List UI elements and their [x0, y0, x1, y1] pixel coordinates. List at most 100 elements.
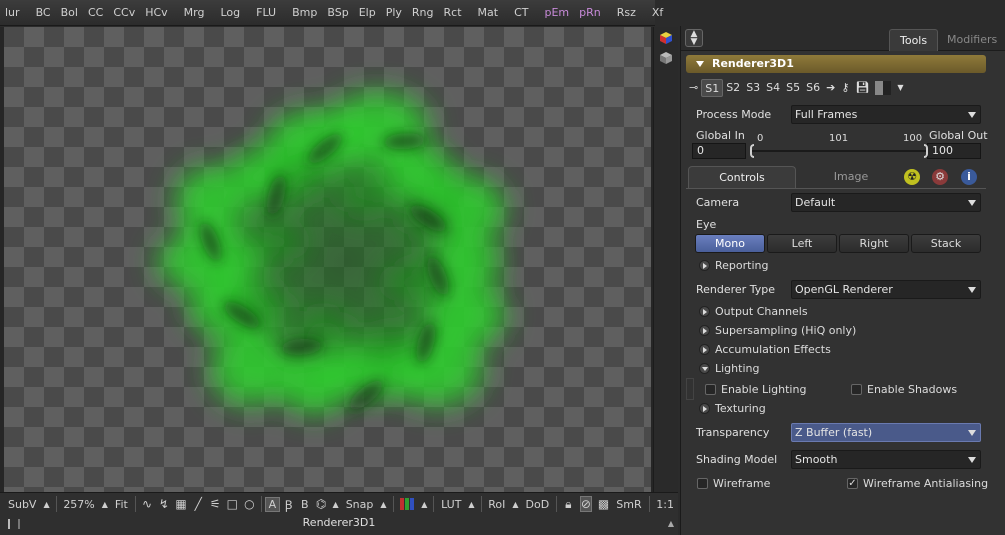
dod-button[interactable]: DoD: [522, 498, 554, 511]
tab-controls[interactable]: Controls: [688, 166, 796, 188]
lut-button[interactable]: LUT: [437, 498, 465, 511]
zoom-dropdown-icon[interactable]: ▲: [102, 496, 108, 512]
wireframe-checkbox[interactable]: Wireframe: [697, 476, 770, 492]
slot-s4[interactable]: S4: [763, 79, 783, 97]
viewer-expand-icon[interactable]: ▲: [668, 519, 674, 528]
expand-icon[interactable]: [699, 306, 710, 317]
toolbar-button-cc[interactable]: CC: [83, 2, 108, 24]
pin-panel-icon[interactable]: ▲ ▼: [685, 29, 703, 47]
transparency-dropdown[interactable]: Z Buffer (fast): [791, 423, 981, 442]
wireframe-antialiasing-checkbox[interactable]: ✓ Wireframe Antialiasing: [847, 476, 988, 492]
toolbar-button-bmp[interactable]: Bmp: [287, 2, 322, 24]
ellipse-tool-icon[interactable]: ○: [244, 496, 255, 512]
expand-icon[interactable]: [699, 344, 710, 355]
toolbar-button-mat[interactable]: Mat: [473, 2, 504, 24]
ab-split-icon[interactable]: Ꞵ: [283, 496, 294, 512]
range-start-handle[interactable]: [750, 144, 754, 158]
toolbar-button-ply[interactable]: Ply: [381, 2, 407, 24]
shading-model-dropdown[interactable]: Smooth: [791, 450, 981, 469]
slot-s2[interactable]: S2: [723, 79, 743, 97]
subview-button[interactable]: SubV: [0, 498, 40, 511]
brush-icon[interactable]: ╱: [193, 496, 204, 512]
toolbar-button-prn[interactable]: pRn: [574, 2, 606, 24]
fit-button[interactable]: Fit: [111, 498, 132, 511]
color-channels-icon[interactable]: [399, 496, 415, 512]
toolbar-button-rct[interactable]: Rct: [439, 2, 467, 24]
renderer-type-dropdown[interactable]: OpenGL Renderer: [791, 280, 981, 299]
toolbar-button-hcv[interactable]: HCv: [140, 2, 172, 24]
channels-dropdown-icon[interactable]: ▲: [421, 496, 427, 512]
checker-icon[interactable]: ▩: [598, 496, 609, 512]
process-mode-dropdown[interactable]: Full Frames: [791, 105, 981, 124]
checkbox-box[interactable]: [851, 384, 862, 395]
3d-view-cube-icon[interactable]: [659, 31, 673, 45]
one-to-one-button[interactable]: 1:1: [652, 498, 678, 511]
guides-dropdown-icon[interactable]: ▲: [333, 496, 339, 512]
toolbar-button-rng[interactable]: Rng: [407, 2, 439, 24]
save-icon[interactable]: 💾︎: [852, 79, 872, 97]
spline-curve-icon[interactable]: ∿: [142, 496, 153, 512]
guides-icon[interactable]: ⌬: [316, 496, 327, 512]
reporting-section[interactable]: Reporting: [699, 258, 768, 274]
enable-shadows-checkbox[interactable]: Enable Shadows: [851, 382, 957, 398]
lut-dropdown-icon[interactable]: ▲: [468, 496, 474, 512]
slot-s5[interactable]: S5: [783, 79, 803, 97]
toolbar-button-xf[interactable]: Xf: [647, 2, 668, 24]
toolbar-button-elp[interactable]: Elp: [354, 2, 381, 24]
toolbar-button-bc[interactable]: BC: [31, 2, 56, 24]
checkbox-box[interactable]: ✓: [847, 478, 858, 489]
color-swatch-icon[interactable]: [872, 79, 894, 97]
eye-stack-button[interactable]: Stack: [911, 234, 981, 253]
roi-button[interactable]: RoI: [484, 498, 509, 511]
toolbar-button-bsp[interactable]: BSp: [322, 2, 353, 24]
magic-wand-icon[interactable]: ⚟: [210, 496, 221, 512]
collapse-icon[interactable]: [699, 363, 710, 374]
zoom-level[interactable]: 257%: [59, 498, 98, 511]
info-icon[interactable]: i: [961, 169, 977, 185]
eye-left-button[interactable]: Left: [767, 234, 837, 253]
slot-s3[interactable]: S3: [743, 79, 763, 97]
tab-image[interactable]: Image: [816, 166, 886, 188]
correct-aspect-icon[interactable]: ⊘: [579, 496, 592, 512]
collapse-triangle-icon[interactable]: [696, 61, 704, 67]
buffer-b-button[interactable]: B: [297, 498, 313, 511]
radioactive-icon[interactable]: ☢: [904, 169, 920, 185]
viewer-canvas[interactable]: [4, 27, 651, 492]
texturing-section[interactable]: Texturing: [699, 401, 766, 417]
3d-camera-cube-icon[interactable]: [659, 51, 673, 65]
rectangle-tool-icon[interactable]: □: [227, 496, 238, 512]
polyline-tool-icon[interactable]: ↯: [158, 496, 169, 512]
global-in-field[interactable]: 0: [692, 143, 746, 159]
lock-icon[interactable]: 🔒︎: [563, 496, 574, 512]
checkbox-box[interactable]: [705, 384, 716, 395]
supersampling-section[interactable]: Supersampling (HiQ only): [699, 323, 856, 339]
lighting-section[interactable]: Lighting: [699, 361, 759, 377]
key-icon[interactable]: ⚷: [838, 79, 852, 97]
pin-icon[interactable]: ⊸: [686, 79, 701, 97]
slot-s1[interactable]: S1: [701, 79, 724, 97]
gear-icon[interactable]: ⚙: [932, 169, 948, 185]
toolbar-button-log[interactable]: Log: [215, 2, 245, 24]
camera-dropdown[interactable]: Default: [791, 193, 981, 212]
global-out-field[interactable]: 100: [927, 143, 981, 159]
smr-button[interactable]: SmR: [612, 498, 645, 511]
subview-dropdown-icon[interactable]: ▲: [43, 496, 49, 512]
swatch-dropdown-icon[interactable]: ▼: [894, 79, 906, 97]
roi-dropdown-icon[interactable]: ▲: [512, 496, 518, 512]
buffer-a-button[interactable]: A: [264, 496, 281, 512]
enable-lighting-checkbox[interactable]: Enable Lighting: [705, 382, 806, 398]
toolbar-button-bol[interactable]: Bol: [56, 2, 83, 24]
expand-icon[interactable]: [699, 260, 710, 271]
toolbar-button-flu[interactable]: FLU: [251, 2, 281, 24]
toolbar-button-lur[interactable]: lur: [0, 2, 25, 24]
toolbar-button-rsz[interactable]: Rsz: [612, 2, 641, 24]
expand-icon[interactable]: [699, 325, 710, 336]
snap-dropdown-icon[interactable]: ▲: [380, 496, 386, 512]
paint-grid-icon[interactable]: ▦: [175, 496, 186, 512]
slot-s6[interactable]: S6: [803, 79, 823, 97]
range-slider-track[interactable]: [751, 150, 927, 152]
checkbox-box[interactable]: [697, 478, 708, 489]
eye-right-button[interactable]: Right: [839, 234, 909, 253]
toolbar-button-pem[interactable]: pEm: [539, 2, 574, 24]
arrow-right-icon[interactable]: ➔: [823, 79, 838, 97]
